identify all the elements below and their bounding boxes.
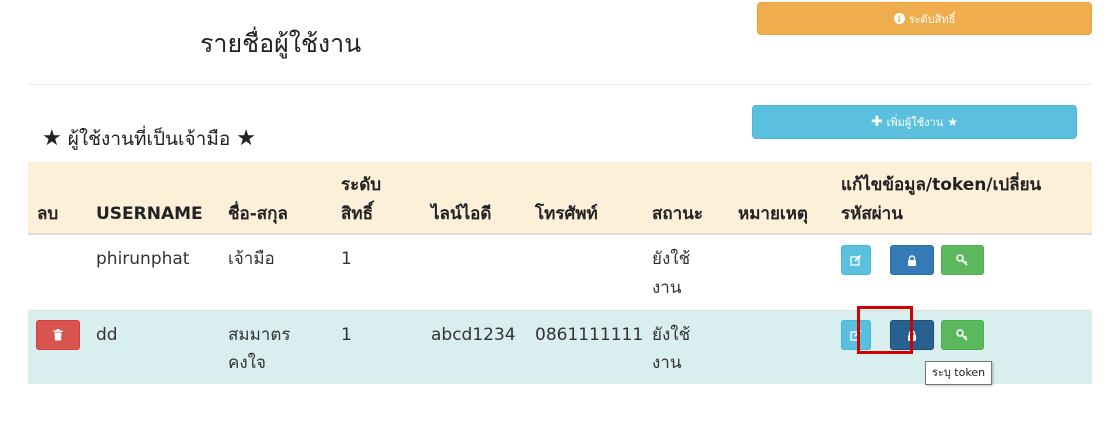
edit-button[interactable] — [841, 245, 871, 275]
edit-icon — [850, 254, 862, 266]
cell-fullname-line2: คงใจ — [228, 353, 266, 373]
change-password-button[interactable] — [941, 320, 984, 350]
cell-fullname-line1: สมมาตร — [228, 325, 291, 345]
trash-icon — [53, 329, 63, 341]
cell-level: 1 — [341, 325, 352, 345]
section-title: ★ ผู้ใช้งานที่เป็นเจ้ามือ ★ — [42, 124, 256, 154]
cell-username: dd — [96, 325, 118, 345]
col-level-line1: ระดับ — [341, 175, 382, 195]
key-icon — [956, 254, 968, 266]
col-fullname: ชื่อ-สกุล — [228, 204, 288, 224]
col-delete: ลบ — [37, 204, 59, 224]
cell-status-line1: ยังใช้ — [652, 249, 691, 269]
focus-highlight-box — [857, 306, 913, 354]
cell-line-id: abcd1234 — [431, 325, 516, 345]
cell-phone: 0861111111 — [535, 325, 644, 345]
cell-status-line2: งาน — [652, 278, 682, 298]
add-user-label: เพิ่มผู้ใช้งาน — [886, 116, 944, 129]
token-tooltip: ระบุ token — [925, 361, 993, 385]
col-status: สถานะ — [652, 204, 703, 224]
cell-fullname: เจ้ามือ — [228, 249, 275, 269]
plus-icon: ✚ — [870, 114, 883, 130]
permission-level-button[interactable]: i ระดับสิทธิ์ — [757, 2, 1092, 35]
add-user-button[interactable]: ✚ เพิ่มผู้ใช้งาน ★ — [752, 105, 1077, 139]
section-title-text: ผู้ใช้งานที่เป็นเจ้ามือ — [67, 128, 231, 150]
page-title: รายชื่อผู้ใช้งาน — [200, 29, 362, 58]
cell-status-line2: งาน — [652, 353, 682, 373]
col-note: หมายเหตุ — [738, 204, 808, 224]
delete-button[interactable] — [36, 320, 80, 350]
cell-username: phirunphat — [96, 249, 190, 269]
table-row: phirunphat เจ้ามือ 1 ยังใช้ งาน — [28, 235, 1092, 311]
col-actions-line1: แก้ไขข้อมูล/token/เปลี่ยน — [841, 175, 1042, 195]
permission-level-label: ระดับสิทธิ์ — [908, 12, 956, 26]
star-icon: ★ — [947, 115, 959, 129]
change-password-button[interactable] — [941, 245, 984, 275]
col-phone: โทรศัพท์ — [535, 204, 598, 224]
cell-status-line1: ยังใช้ — [652, 325, 691, 345]
col-line-id: ไลน์ไอดี — [431, 204, 492, 224]
table-header: ลบ USERNAME ชื่อ-สกุล ระดับ สิทธิ์ ไลน์ไ… — [28, 162, 1092, 235]
lock-icon — [908, 254, 916, 266]
col-level-line2: สิทธิ์ — [341, 204, 373, 224]
cell-level: 1 — [341, 249, 352, 269]
col-actions-line2: รหัสผ่าน — [841, 204, 903, 224]
key-icon — [956, 329, 968, 341]
token-button[interactable] — [890, 245, 934, 275]
col-username: USERNAME — [96, 204, 203, 224]
star-icon: ★ — [236, 126, 257, 151]
info-circle-icon: i — [893, 13, 905, 24]
header-divider — [28, 84, 1092, 85]
star-icon: ★ — [42, 126, 62, 151]
